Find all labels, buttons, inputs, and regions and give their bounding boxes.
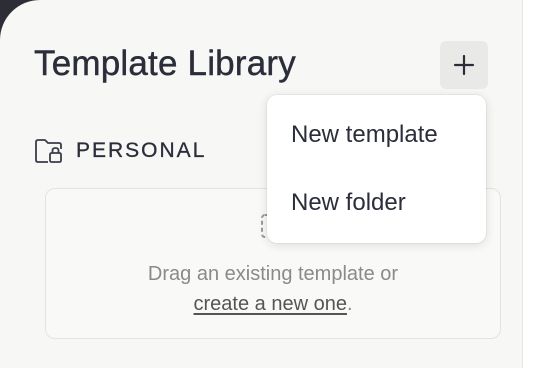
page-title: Template Library bbox=[34, 44, 296, 83]
empty-state-message: Drag an existing template or create a ne… bbox=[46, 259, 500, 319]
menu-item-new-folder[interactable]: New folder bbox=[267, 173, 486, 233]
add-button[interactable] bbox=[440, 41, 488, 89]
create-new-link[interactable]: create a new one bbox=[194, 293, 347, 315]
empty-state-suffix: . bbox=[346, 293, 353, 315]
empty-state-text: Drag an existing template or bbox=[147, 263, 399, 285]
folder-lock-icon bbox=[35, 139, 62, 163]
section-header-personal: PERSONAL bbox=[34, 136, 206, 166]
menu-item-new-template[interactable]: New template bbox=[267, 105, 486, 165]
section-label: PERSONAL bbox=[76, 139, 207, 162]
plus-icon bbox=[453, 54, 475, 76]
add-dropdown-menu: New template New folder bbox=[267, 95, 486, 243]
